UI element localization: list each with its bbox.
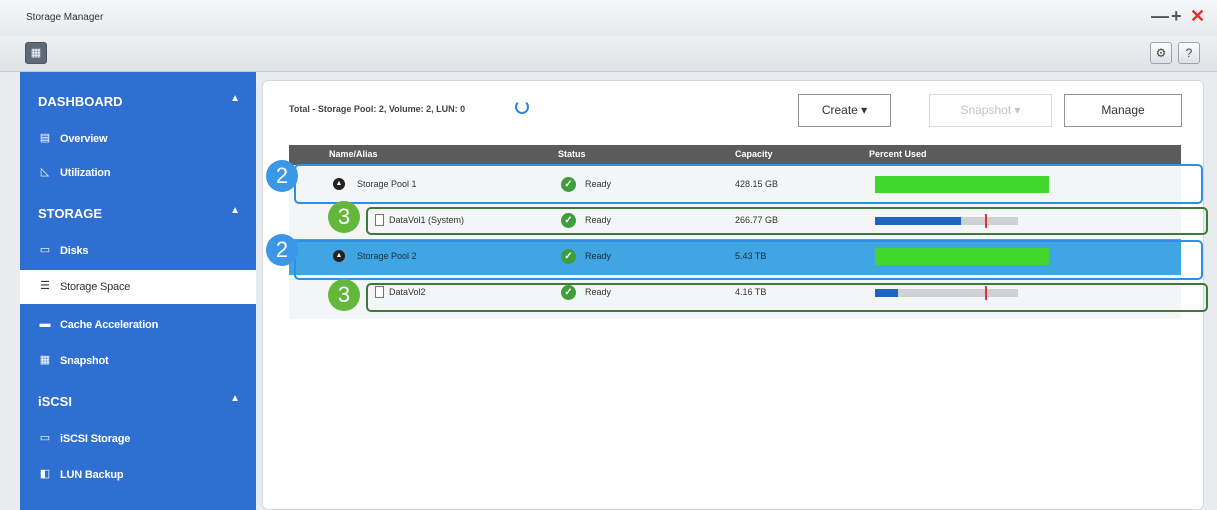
sidebar-item-label: Cache Acceleration [60, 319, 159, 331]
sidebar-item-disks[interactable]: ▭ Disks [20, 234, 256, 268]
chevron-up-icon[interactable]: ▲ [230, 93, 240, 104]
dashboard-toggle-button[interactable]: ▦ [25, 42, 47, 64]
sidebar-item-snapshot[interactable]: ▦ Snapshot [20, 344, 256, 378]
pool-callout-frame [294, 240, 1203, 280]
volume-callout-frame [366, 283, 1208, 312]
overview-icon: ▤ [39, 132, 51, 144]
sidebar-item-label: iSCSI Storage [60, 433, 131, 445]
toolbar: ▦ ⚙ ? [0, 36, 1217, 72]
snapshot-button[interactable]: Snapshot ▾ [929, 94, 1052, 127]
sidebar-item-iscsi-storage[interactable]: ▭ iSCSI Storage [20, 422, 256, 456]
sidebar-item-label: Snapshot [60, 355, 109, 367]
sidebar-item-lun-backup[interactable]: ◧ LUN Backup [20, 458, 256, 492]
sidebar-item-label: LUN Backup [60, 469, 124, 481]
minimize-button[interactable]: — [1151, 6, 1169, 27]
pool-callout-frame [294, 164, 1203, 204]
chart-icon: ◺ [40, 166, 50, 178]
section-title: STORAGE [38, 206, 103, 221]
backup-icon: ◧ [39, 468, 51, 480]
manage-button[interactable]: Manage [1064, 94, 1182, 127]
iscsi-icon: ▭ [39, 432, 51, 444]
sidebar-item-label: Disks [60, 245, 89, 257]
chevron-up-icon[interactable]: ▲ [230, 205, 240, 216]
title-bar: Storage Manager — + ✕ [0, 0, 1217, 36]
maximize-button[interactable]: + [1171, 6, 1182, 27]
sidebar-item-storage-space[interactable]: ☰ Storage Space [20, 270, 256, 304]
sidebar-item-label: Storage Space [60, 281, 131, 293]
column-header-status[interactable]: Status [558, 149, 586, 159]
sidebar-item-utilization[interactable]: ◺ Utilization [20, 156, 256, 190]
sidebar-item-label: Utilization [60, 167, 111, 179]
column-header-capacity[interactable]: Capacity [735, 149, 773, 159]
help-button[interactable]: ? [1178, 42, 1200, 64]
section-storage[interactable]: STORAGE ▲ [20, 196, 256, 230]
sidebar-item-label: Overview [60, 133, 108, 145]
volume-callout-frame [366, 207, 1208, 235]
snapshot-icon: ▦ [39, 354, 51, 366]
column-header-percent-used[interactable]: Percent Used [869, 149, 927, 159]
callout-badge-pool: 2 [266, 234, 298, 266]
sidebar-item-cache-acceleration[interactable]: ▬ Cache Acceleration [20, 308, 256, 342]
cache-icon: ▬ [39, 318, 51, 330]
section-title: iSCSI [38, 394, 72, 409]
close-button[interactable]: ✕ [1190, 6, 1205, 27]
callout-badge-volume: 3 [328, 279, 360, 311]
storage-summary: Total - Storage Pool: 2, Volume: 2, LUN:… [289, 104, 466, 114]
window-title: Storage Manager [26, 12, 104, 23]
disk-icon: ▭ [39, 244, 51, 256]
chevron-up-icon[interactable]: ▲ [230, 393, 240, 404]
create-button[interactable]: Create ▾ [798, 94, 891, 127]
sidebar-item-overview[interactable]: ▤ Overview [20, 122, 256, 156]
table-header: Name/Alias Status Capacity Percent Used [289, 145, 1181, 165]
sidebar: DASHBOARD ▲ ▤ Overview ◺ Utilization STO… [20, 72, 256, 510]
section-title: DASHBOARD [38, 94, 123, 109]
callout-badge-volume: 3 [328, 201, 360, 233]
refresh-icon[interactable] [515, 100, 529, 114]
storage-icon: ☰ [40, 280, 50, 292]
section-iscsi[interactable]: iSCSI ▲ [20, 384, 256, 418]
settings-button[interactable]: ⚙ [1150, 42, 1172, 64]
column-header-name[interactable]: Name/Alias [329, 149, 378, 159]
section-dashboard[interactable]: DASHBOARD ▲ [20, 84, 256, 118]
storage-manager-window: Storage Manager — + ✕ ▦ ⚙ ? DASHBOARD ▲ … [0, 0, 1217, 510]
gear-icon: ⚙ [1155, 46, 1167, 60]
callout-badge-pool: 2 [266, 160, 298, 192]
